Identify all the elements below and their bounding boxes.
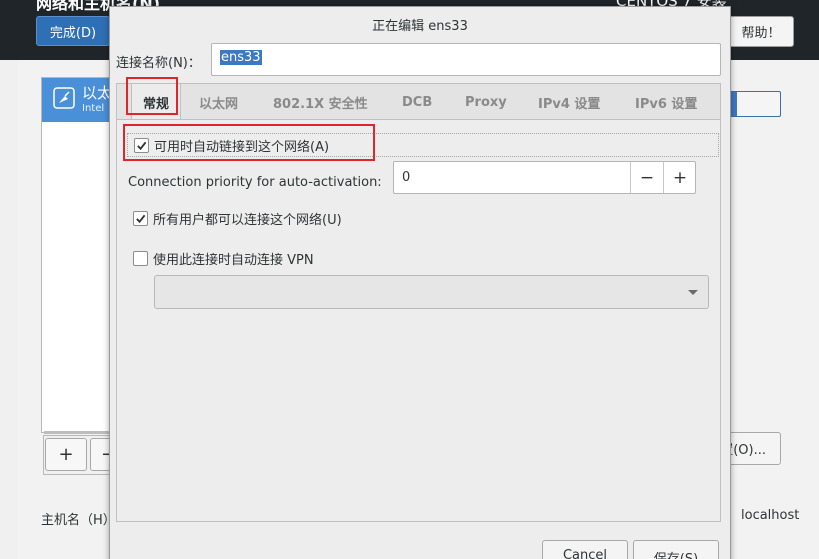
tab-ethernet[interactable]: 以太网 xyxy=(199,84,238,121)
chevron-down-icon xyxy=(688,290,698,295)
priority-spinbutton[interactable]: 0 − + xyxy=(393,161,696,194)
tab-8021x-security[interactable]: 802.1X 安全性 xyxy=(273,84,368,121)
connection-name-value: ens33 xyxy=(220,50,262,65)
ethernet-icon xyxy=(53,87,75,109)
tab-ipv4-settings[interactable]: IPv4 设置 xyxy=(538,84,600,121)
all-users-label: 所有用户都可以连接这个网络(U) xyxy=(153,213,342,228)
device-name: 以太 xyxy=(82,84,113,102)
auto-connect-option[interactable]: 可用时自动链接到这个网络(A) xyxy=(127,133,719,157)
device-description: Intel xyxy=(82,103,105,114)
dialog-title: 正在编辑 ens33 xyxy=(372,19,468,34)
priority-label: Connection priority for auto-activation: xyxy=(128,175,382,190)
done-button[interactable]: 完成(D) xyxy=(36,16,110,46)
add-device-button[interactable]: + xyxy=(45,438,87,471)
priority-value[interactable]: 0 xyxy=(402,170,410,185)
general-tab-panel: 可用时自动链接到这个网络(A) Connection priority for … xyxy=(116,119,721,522)
hostname-label: 主机名（H） xyxy=(41,513,116,528)
tab-ipv6-settings[interactable]: IPv6 设置 xyxy=(635,84,697,121)
all-users-checkbox[interactable] xyxy=(133,211,148,226)
auto-vpn-option[interactable]: 使用此连接时自动连接 VPN xyxy=(133,249,314,268)
edit-connection-dialog: 正在编辑 ens33 连接名称(N)： ens33 常规 以太网 802.1X … xyxy=(109,6,731,559)
cancel-button[interactable]: Cancel xyxy=(542,540,628,559)
priority-increment-button[interactable]: + xyxy=(663,162,696,193)
priority-decrement-button[interactable]: − xyxy=(630,162,663,193)
device-toggle-switch[interactable] xyxy=(728,91,781,117)
vpn-select[interactable] xyxy=(154,275,709,309)
auto-connect-label: 可用时自动链接到这个网络(A) xyxy=(154,139,330,155)
tab-proxy[interactable]: Proxy xyxy=(465,84,507,121)
tab-dcb[interactable]: DCB xyxy=(402,84,432,121)
all-users-option[interactable]: 所有用户都可以连接这个网络(U) xyxy=(133,209,342,228)
auto-vpn-label: 使用此连接时自动连接 VPN xyxy=(153,253,314,268)
connection-name-label: 连接名称(N)： xyxy=(116,56,201,71)
hostname-value: localhost xyxy=(741,508,800,523)
checkmark-icon xyxy=(137,141,147,150)
settings-tabs: 常规 以太网 802.1X 安全性 DCB Proxy IPv4 设置 IPv6… xyxy=(116,83,721,121)
help-button[interactable]: 帮助！ xyxy=(728,16,794,47)
connection-name-input[interactable]: ens33 xyxy=(211,43,721,76)
auto-vpn-checkbox[interactable] xyxy=(133,251,148,266)
list-scrollbar[interactable] xyxy=(44,431,110,434)
auto-connect-checkbox[interactable] xyxy=(134,137,149,153)
checkmark-icon xyxy=(136,214,146,224)
tab-general[interactable]: 常规 xyxy=(131,84,182,121)
save-button[interactable]: 保存(S) xyxy=(633,540,719,559)
